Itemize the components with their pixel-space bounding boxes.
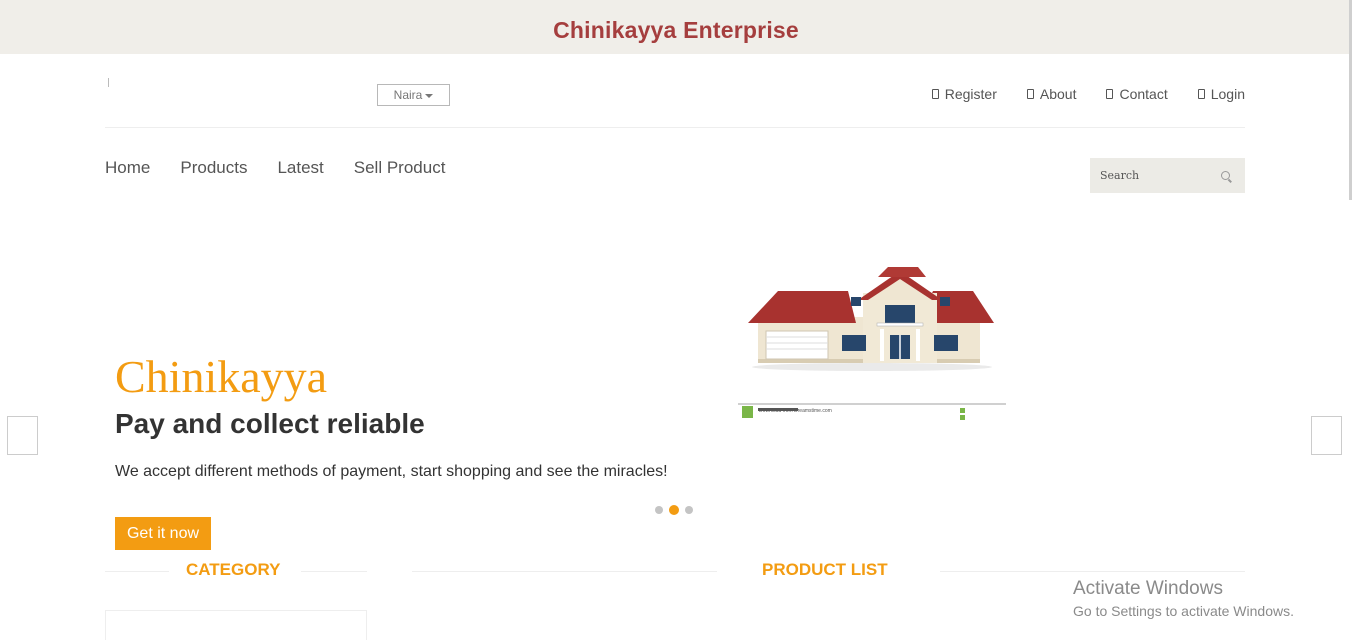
hero-brand: Chinikayya [115, 351, 328, 402]
carousel-next-button[interactable] [1311, 416, 1342, 455]
phone-icon [1106, 89, 1114, 99]
user-icon [931, 89, 939, 99]
product-list-heading: PRODUCT LIST [762, 560, 888, 579]
top-banner: Chinikayya Enterprise [0, 0, 1352, 54]
carousel-indicators [655, 505, 693, 515]
carousel-dot-2[interactable] [669, 505, 679, 515]
about-link[interactable]: About [1026, 86, 1077, 102]
register-link-label: Register [944, 86, 997, 102]
hero-heading: Pay and collect reliable [115, 408, 425, 439]
category-line-left [105, 571, 169, 572]
carousel-dot-1[interactable] [655, 506, 663, 514]
lock-icon [1197, 89, 1205, 99]
image-watermark-caption: Download from Dreamstime.com [759, 408, 832, 414]
site-title: Chinikayya Enterprise [553, 17, 799, 43]
windows-activation-subtitle: Go to Settings to activate Windows. [1073, 603, 1294, 619]
top-links: Register About Contact Login [931, 86, 1245, 102]
house-image: Download from Dreamstime.com [738, 255, 1006, 423]
category-heading: CATEGORY [186, 560, 281, 579]
product-list-line-left [412, 571, 717, 572]
hero-text: We accept different methods of payment, … [115, 463, 668, 480]
contact-link[interactable]: Contact [1106, 86, 1168, 102]
currency-select[interactable]: Naira [377, 84, 450, 106]
currency-selected-label: Naira [393, 88, 423, 102]
search-input[interactable] [1090, 158, 1210, 193]
info-icon [1026, 89, 1034, 99]
main-nav: Home Products Latest Sell Product [105, 158, 445, 178]
get-it-now-button[interactable]: Get it now [115, 517, 211, 550]
carousel-prev-button[interactable] [7, 416, 38, 455]
register-link[interactable]: Register [931, 86, 997, 102]
windows-activation-title: Activate Windows [1073, 578, 1223, 599]
about-link-label: About [1039, 86, 1077, 102]
nav-item-home[interactable]: Home [105, 158, 150, 178]
contact-link-label: Contact [1119, 86, 1168, 102]
login-link[interactable]: Login [1197, 86, 1245, 102]
category-list-box [105, 610, 367, 640]
carousel-dot-3[interactable] [685, 506, 693, 514]
nav-item-sell-product[interactable]: Sell Product [354, 158, 446, 178]
product-list-line-right [940, 571, 1245, 572]
nav-item-products[interactable]: Products [180, 158, 247, 178]
nav-item-latest[interactable]: Latest [277, 158, 323, 178]
logo-placeholder[interactable] [108, 78, 109, 87]
search-icon[interactable] [1221, 171, 1230, 180]
header-divider [105, 127, 1245, 128]
caret-down-icon [425, 93, 434, 98]
category-line-right [301, 571, 367, 572]
login-link-label: Login [1210, 86, 1245, 102]
